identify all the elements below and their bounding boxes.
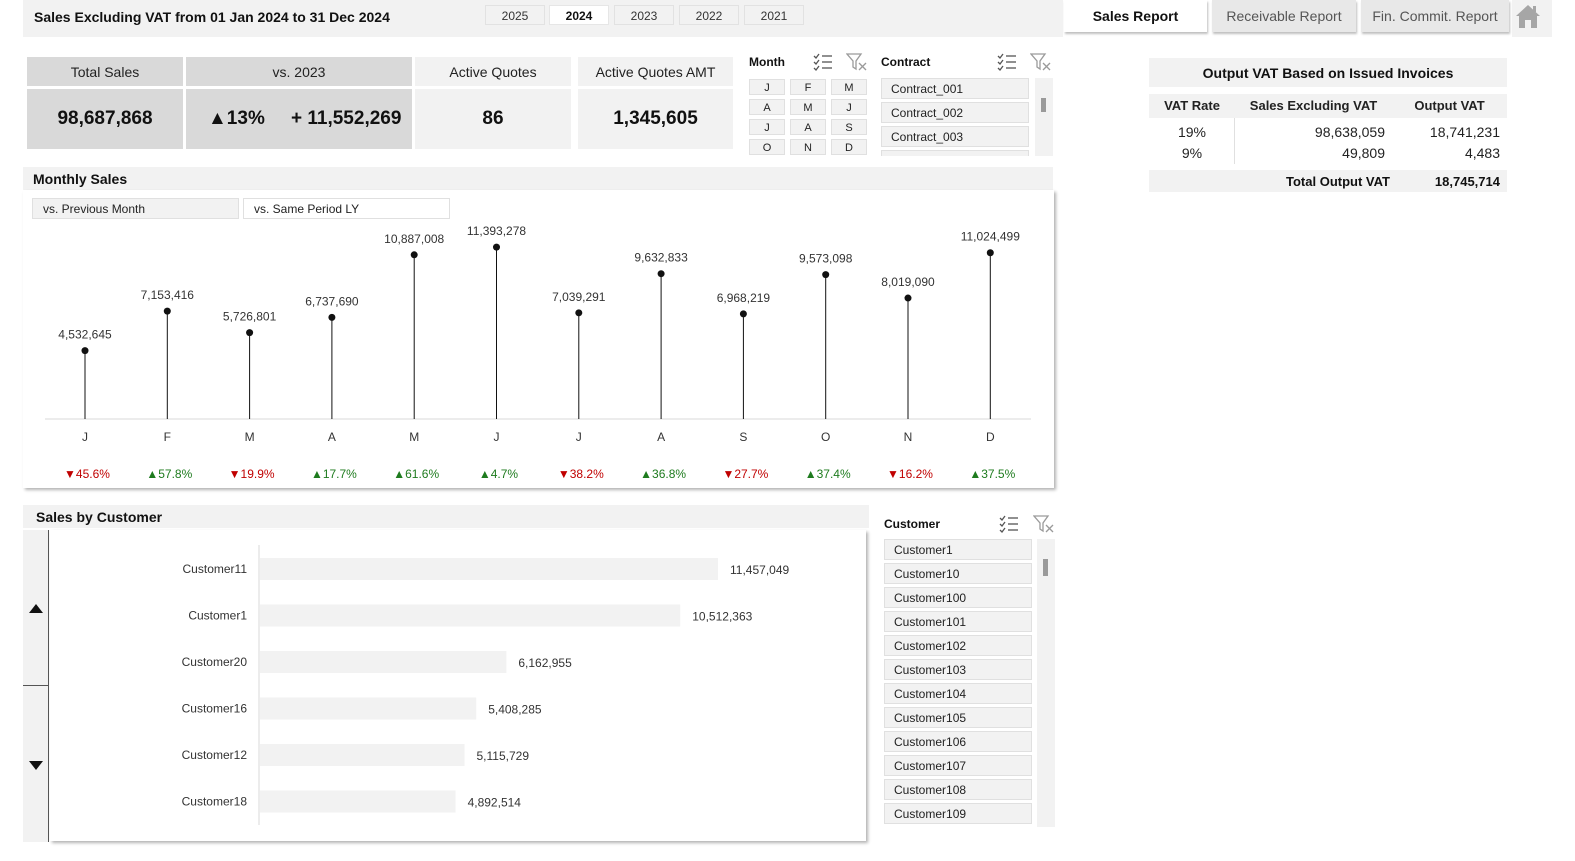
customer-label: Customer12 — [182, 748, 248, 762]
customer-bar — [260, 697, 477, 720]
customer-item[interactable]: Customer102 — [884, 635, 1032, 656]
customer-value-label: 11,457,049 — [730, 563, 789, 577]
customer-scrollbar-thumb[interactable] — [1043, 559, 1048, 576]
customer-label: Customer11 — [183, 562, 248, 576]
customer-item[interactable]: Customer104 — [884, 683, 1032, 704]
customer-item[interactable]: Customer105 — [884, 707, 1032, 728]
customer-label: Customer18 — [182, 795, 248, 809]
customer-scrollbar[interactable] — [1037, 539, 1055, 827]
customer-item[interactable]: Customer108 — [884, 779, 1032, 800]
customer-item[interactable]: Customer109 — [884, 803, 1032, 824]
customer-bar — [260, 558, 718, 580]
multi-select-icon[interactable] — [998, 514, 1020, 534]
customer-bar — [260, 604, 681, 627]
customer-label: Customer1 — [188, 609, 247, 623]
customer-bar — [260, 651, 507, 673]
customer-value-label: 5,115,729 — [477, 749, 530, 763]
customer-item[interactable]: Customer10 — [884, 563, 1032, 584]
customer-item[interactable]: Customer107 — [884, 755, 1032, 776]
customer-label: Customer16 — [182, 702, 248, 716]
customer-value-label: 6,162,955 — [518, 656, 572, 670]
customer-slicer-list: Customer1 Customer10 Customer100 Custome… — [884, 539, 1032, 827]
customer-item[interactable]: Customer103 — [884, 659, 1032, 680]
customer-item[interactable]: Customer1 — [884, 539, 1032, 560]
customer-item[interactable]: Customer101 — [884, 611, 1032, 632]
customer-slicer-title: Customer — [884, 517, 941, 531]
customer-bar — [260, 744, 465, 766]
customer-label: Customer20 — [182, 655, 248, 669]
customer-bar — [260, 790, 456, 813]
customer-sales-chart: Customer11 11,457,049 Customer1 10,512,363 C… — [182, 545, 789, 825]
customer-value-label: 4,892,514 — [468, 796, 522, 810]
customer-item[interactable]: Customer106 — [884, 731, 1032, 752]
customer-value-label: 5,408,285 — [488, 703, 542, 717]
customer-value-label: 10,512,363 — [692, 610, 752, 624]
clear-filter-icon[interactable] — [1032, 514, 1055, 534]
customer-item[interactable]: Customer100 — [884, 587, 1032, 608]
